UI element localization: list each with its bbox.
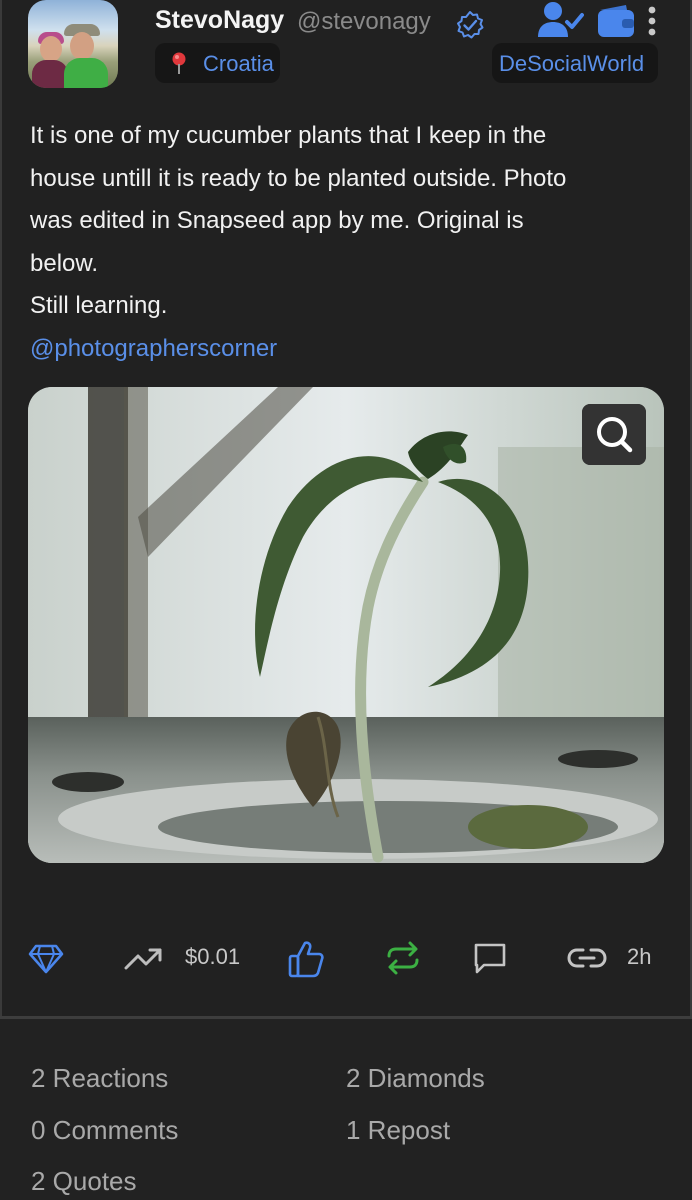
quotes-count[interactable]: 2 Quotes <box>31 1166 137 1197</box>
link-icon[interactable] <box>567 946 607 970</box>
more-icon[interactable] <box>644 6 660 38</box>
location-tag[interactable]: Croatia <box>155 43 280 83</box>
thumbs-up-icon[interactable] <box>288 940 324 978</box>
mention-link[interactable]: @photographerscorner <box>30 328 660 371</box>
post-body-line: below. <box>30 249 99 277</box>
comment-icon[interactable] <box>473 942 507 974</box>
post-body-line: house untill it is ready to be planted o… <box>30 164 567 192</box>
comments-count[interactable]: 0 Comments <box>31 1115 178 1146</box>
author-handle[interactable]: @stevonagy <box>297 8 431 36</box>
diamonds-count[interactable]: 2 Diamonds <box>346 1063 485 1094</box>
community-label: DeSocialWorld <box>499 51 645 76</box>
follow-user-icon[interactable] <box>536 0 584 40</box>
avatar[interactable] <box>28 0 118 88</box>
post-stats: 2 Reactions 2 Diamonds 0 Comments 1 Repo… <box>0 1019 692 1200</box>
post-action-bar: $0.01 2h <box>0 930 692 986</box>
community-tag[interactable]: DeSocialWorld <box>492 43 658 83</box>
post-image[interactable] <box>28 387 664 863</box>
trending-up-icon <box>124 948 162 970</box>
diamond-icon[interactable] <box>28 944 64 974</box>
post-time: 2h <box>627 944 652 969</box>
post-body: It is one of my cucumber plants that I k… <box>30 115 660 370</box>
author-display-name[interactable]: StevoNagy <box>155 6 284 35</box>
repost-icon[interactable] <box>385 940 421 976</box>
reposts-count[interactable]: 1 Repost <box>346 1115 450 1146</box>
post-value: $0.01 <box>185 944 241 969</box>
seedling-photo <box>28 387 664 863</box>
post-body-line: was edited in Snapseed app by me. Origin… <box>30 207 524 234</box>
post-body-line: It is one of my cucumber plants that I k… <box>30 122 547 149</box>
pin-icon <box>172 52 186 74</box>
reactions-count[interactable]: 2 Reactions <box>31 1063 168 1094</box>
location-label: Croatia <box>203 51 274 76</box>
wallet-icon[interactable] <box>596 4 636 38</box>
verified-check-icon <box>457 11 484 39</box>
post-body-line: Still learning. <box>30 292 168 319</box>
magnifier-icon[interactable] <box>582 404 646 465</box>
